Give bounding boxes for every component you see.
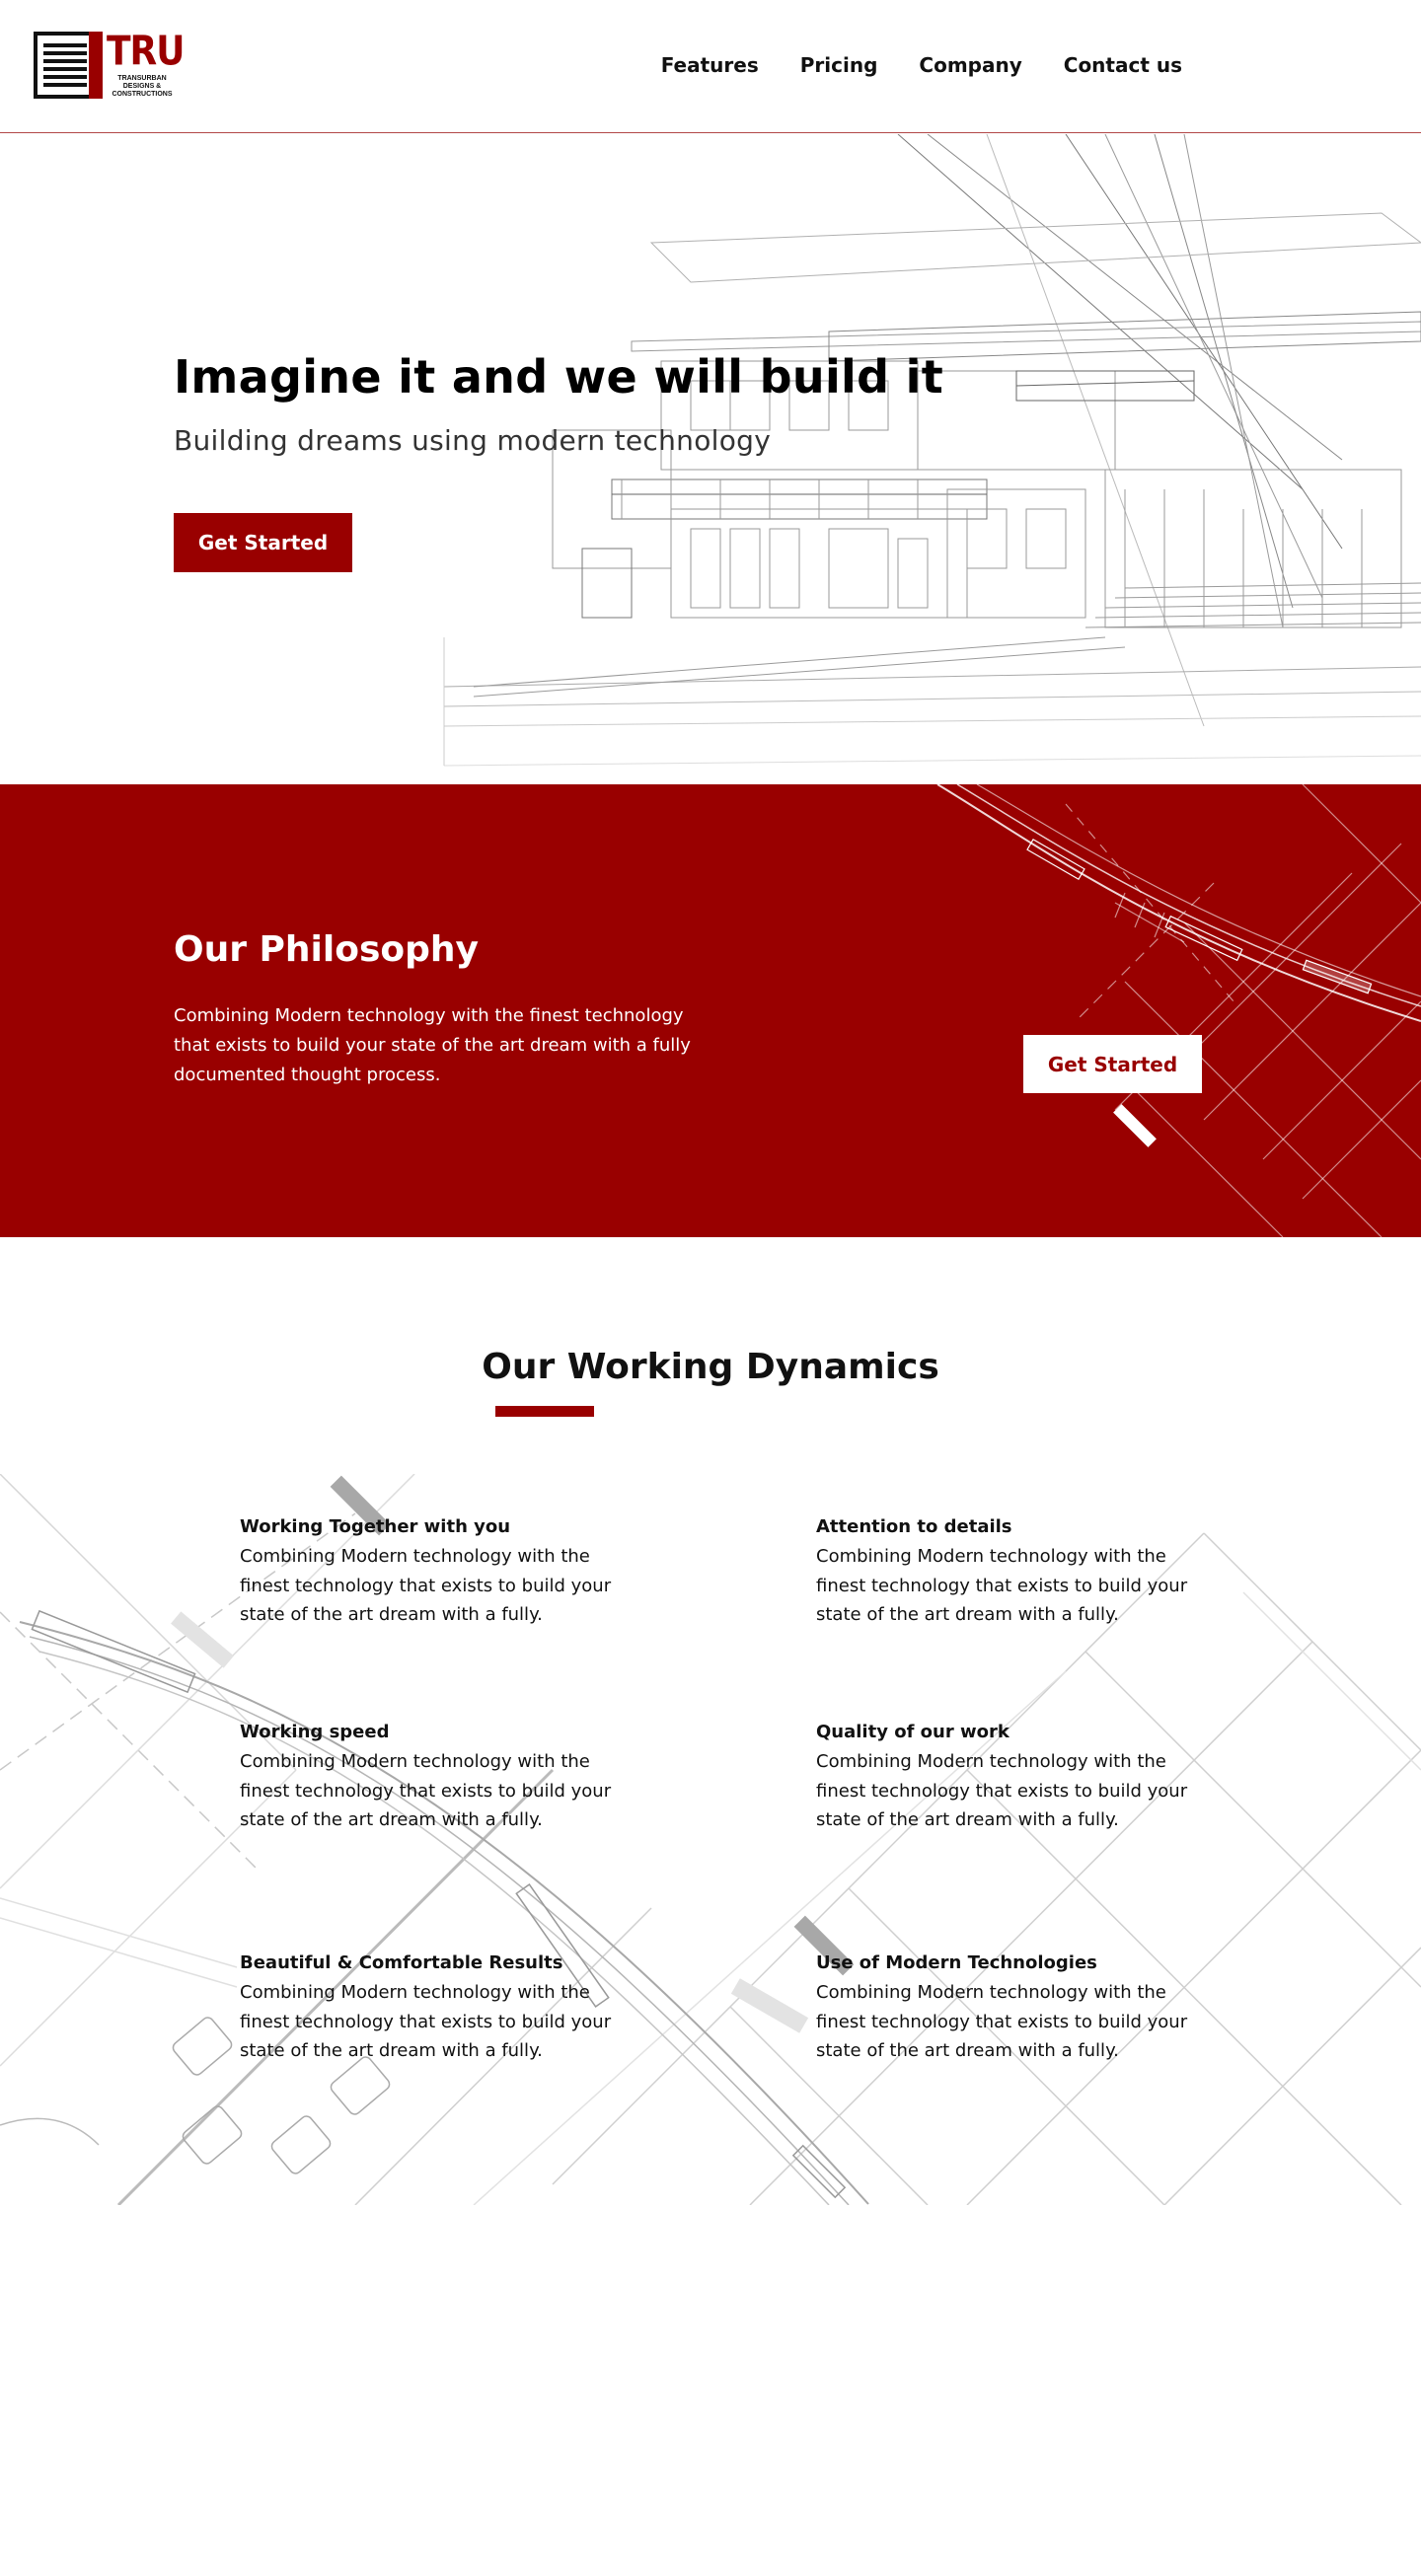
logo-accent [89,32,103,99]
hero-get-started-button[interactable]: Get Started [174,513,352,572]
title-underline [495,1406,594,1417]
feature-item: Attention to details Combining Modern te… [816,1512,1211,1630]
feature-item: Use of Modern Technologies Combining Mod… [816,1949,1211,2066]
working-dynamics-section: Our Working Dynamics Working Together wi… [0,1237,1421,2205]
nav-link-features[interactable]: Features [661,51,759,79]
feature-item: Beautiful & Comfortable Results Combinin… [240,1949,635,2066]
building-sketch-illustration [443,134,1421,767]
feature-title: Beautiful & Comfortable Results [240,1952,563,1973]
site-header: TRU TRANSURBAN DESIGNS & CONSTRUCTIONS F… [0,0,1421,133]
feature-text: Combining Modern technology with the fin… [816,1546,1188,1625]
hero-subtitle: Building dreams using modern technology [174,424,772,457]
feature-item: Quality of our work Combining Modern tec… [816,1718,1211,1835]
feature-item: Working speed Combining Modern technolog… [240,1718,635,1835]
brand-logo[interactable]: TRU TRANSURBAN DESIGNS & CONSTRUCTIONS [34,29,186,99]
hero-section: Imagine it and we will build it Building… [0,134,1421,784]
logo-wordmark: TRU [107,28,186,76]
feature-title: Working speed [240,1722,390,1742]
blueprint-illustration [936,784,1421,1237]
hero-title: Imagine it and we will build it [174,350,943,404]
philosophy-title: Our Philosophy [174,929,479,970]
feature-item: Working Together with you Combining Mode… [240,1512,635,1630]
main-nav: Features Pricing Company Contact us [661,51,1182,79]
feature-text: Combining Modern technology with the fin… [240,1751,612,1830]
feature-title: Use of Modern Technologies [816,1952,1097,1973]
feature-title: Quality of our work [816,1722,1010,1742]
feature-text: Combining Modern technology with the fin… [816,1751,1188,1830]
feature-text: Combining Modern technology with the fin… [240,1546,612,1625]
nav-link-pricing[interactable]: Pricing [800,51,878,79]
feature-text: Combining Modern technology with the fin… [240,1982,612,2061]
feature-title: Attention to details [816,1516,1012,1537]
dynamics-title: Our Working Dynamics [482,1347,939,1387]
philosophy-section: Our Philosophy Combining Modern technolo… [0,784,1421,1237]
feature-text: Combining Modern technology with the fin… [816,1982,1188,2061]
nav-link-contact[interactable]: Contact us [1064,51,1182,79]
logo-subtitle: TRANSURBAN DESIGNS & CONSTRUCTIONS [112,75,173,98]
philosophy-get-started-button[interactable]: Get Started [1023,1035,1202,1093]
philosophy-text: Combining Modern technology with the fin… [174,1005,691,1085]
nav-link-company[interactable]: Company [919,51,1021,79]
feature-title: Working Together with you [240,1516,511,1537]
